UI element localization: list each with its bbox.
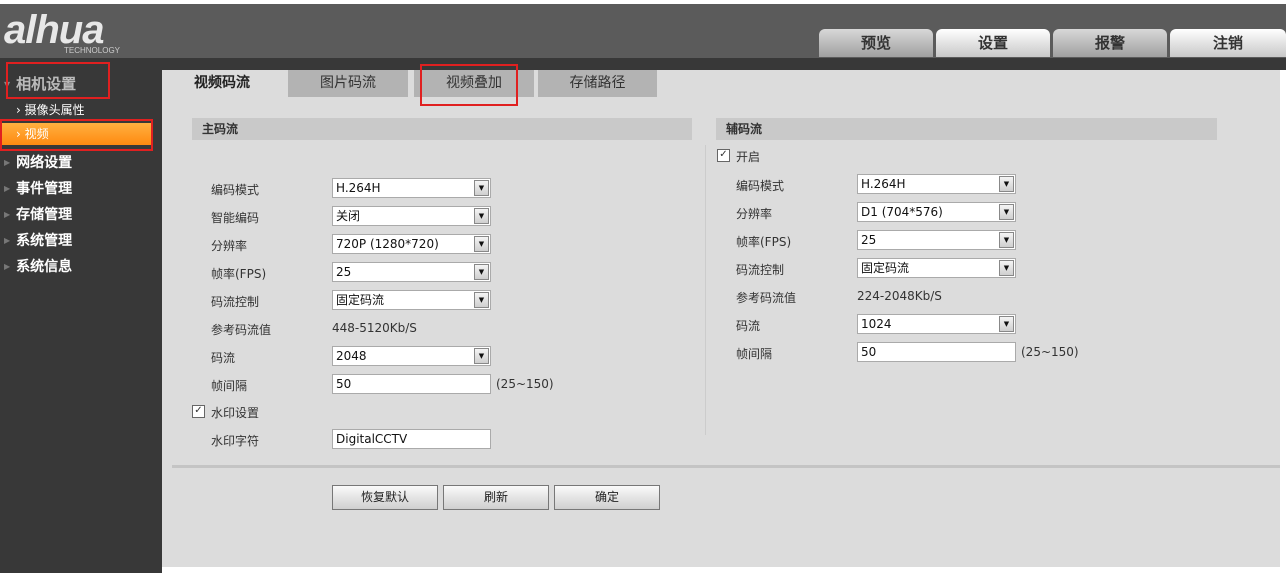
value: 224-2048Kb/S [857,289,942,303]
field-select[interactable]: 2048 ▼ [332,346,491,366]
chevron-down-icon[interactable]: ▼ [999,176,1014,192]
chevron-down-icon[interactable]: ▼ [474,292,489,308]
highlight-video-overlay [420,64,518,106]
range-hint: (25~150) [496,377,554,391]
sidebar-storage[interactable]: 存储管理 [4,204,72,224]
field-select[interactable]: 720P (1280*720) ▼ [332,234,491,254]
chevron-down-icon[interactable]: ▼ [474,236,489,252]
sidebar-item-camera-props[interactable]: › 摄像头属性 [0,99,152,121]
field-label: 码流控制 [736,263,785,277]
watermark-checkbox[interactable]: ✓ [192,405,205,418]
value: 25 [336,265,352,279]
value: 关闭 [336,209,361,223]
value: D1 (704*576) [861,205,943,219]
sub-enable-label: 开启 [736,150,761,164]
chevron-down-icon[interactable]: ▼ [999,232,1014,248]
field-label: 码流 [736,319,761,333]
chevron-down-icon[interactable]: ▼ [474,348,489,364]
watermark-text-label: 水印字符 [211,434,260,448]
tab-video-stream[interactable]: 视频码流 [162,70,282,97]
label: 摄像头属性 [24,103,85,117]
value: 1024 [861,317,892,331]
watermark-label: 水印设置 [211,406,260,420]
highlight-video [0,119,153,151]
value: 固定码流 [336,293,385,307]
field-label: 分辨率 [211,239,248,253]
value: 25 [861,233,877,247]
sub-stream-header: 辅码流 [716,118,1217,140]
divider [172,465,1280,468]
field-value: 224-2048Kb/S [857,289,942,303]
nav-preview[interactable]: 预览 [819,29,933,57]
field-select[interactable]: 25 ▼ [332,262,491,282]
field-select[interactable]: H.264H ▼ [332,178,491,198]
tab-picture-stream[interactable]: 图片码流 [288,70,408,97]
range-hint: (25~150) [1021,345,1079,359]
value: 50 [861,345,877,359]
chevron-down-icon[interactable]: ▼ [474,180,489,196]
header-band [0,58,1286,70]
field-select[interactable]: 关闭 ▼ [332,206,491,226]
chevron-down-icon[interactable]: ▼ [999,260,1014,276]
field-label: 参考码流值 [211,323,272,337]
sidebar-system[interactable]: 系统管理 [4,230,72,250]
value: 448-5120Kb/S [332,321,417,335]
value: H.264H [861,177,906,191]
sidebar-network[interactable]: 网络设置 [4,152,72,172]
field-select[interactable]: 固定码流 ▼ [857,258,1016,278]
chevron-down-icon[interactable]: ▼ [474,208,489,224]
field-label: 分辨率 [736,207,773,221]
content-panel [162,70,1280,567]
field-select[interactable]: 固定码流 ▼ [332,290,491,310]
main-stream-header: 主码流 [192,118,692,140]
dahua-logo: alhua TECHNOLOGY [4,8,121,55]
field-label: 智能编码 [211,211,260,225]
field-label: 帧率(FPS) [736,235,792,249]
field-select[interactable]: D1 (704*576) ▼ [857,202,1016,222]
confirm-button[interactable]: 确定 [554,485,660,510]
value: 固定码流 [861,261,910,275]
field-select[interactable]: H.264H ▼ [857,174,1016,194]
nav-alarm[interactable]: 报警 [1053,29,1167,57]
sidebar-info[interactable]: 系统信息 [4,256,72,276]
tab-storage-path[interactable]: 存储路径 [538,70,657,97]
column-divider [705,145,706,435]
field-label: 帧间隔 [736,347,773,361]
value: H.264H [336,181,381,195]
value: 50 [336,377,352,391]
highlight-camera-settings [6,62,110,99]
nav-logout[interactable]: 注销 [1170,29,1286,57]
field-select[interactable]: 1024 ▼ [857,314,1016,334]
chevron-down-icon[interactable]: ▼ [999,316,1014,332]
value: 2048 [336,349,367,363]
value: 720P (1280*720) [336,237,439,251]
field-select[interactable]: 25 ▼ [857,230,1016,250]
field-label: 编码模式 [736,179,785,193]
sidebar-events[interactable]: 事件管理 [4,178,72,198]
field-value: 448-5120Kb/S [332,321,417,335]
field-label: 参考码流值 [736,291,797,305]
field-input[interactable]: 50 [332,374,491,394]
field-label: 码流 [211,351,236,365]
chevron-down-icon[interactable]: ▼ [999,204,1014,220]
field-label: 帧率(FPS) [211,267,267,281]
restore-default-button[interactable]: 恢复默认 [332,485,438,510]
watermark-text-input[interactable]: DigitalCCTV [332,429,491,449]
field-label: 编码模式 [211,183,260,197]
refresh-button[interactable]: 刷新 [443,485,549,510]
sub-enable-checkbox[interactable]: ✓ [717,149,730,162]
field-label: 帧间隔 [211,379,248,393]
chevron-down-icon[interactable]: ▼ [474,264,489,280]
field-label: 码流控制 [211,295,260,309]
field-input[interactable]: 50 [857,342,1016,362]
nav-settings[interactable]: 设置 [936,29,1050,57]
